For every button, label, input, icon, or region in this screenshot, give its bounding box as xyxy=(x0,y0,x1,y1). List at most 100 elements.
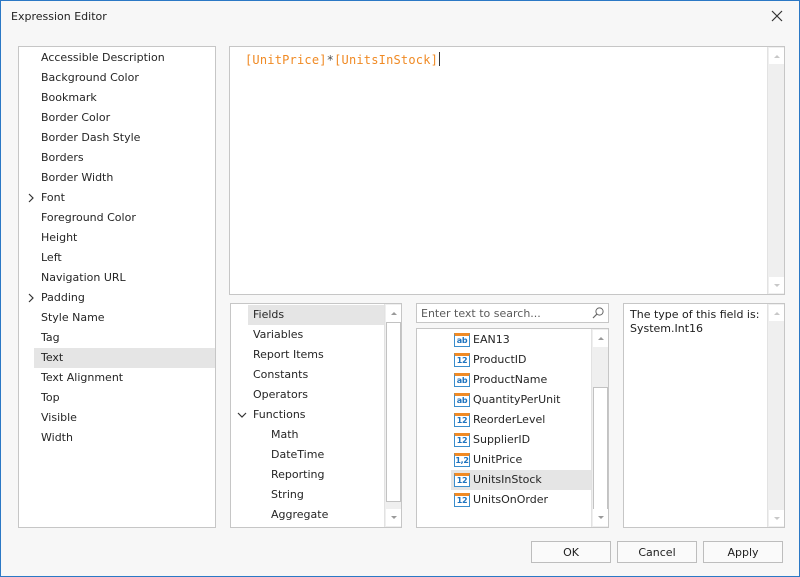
scroll-up-button[interactable] xyxy=(769,48,784,64)
property-item[interactable]: Height xyxy=(20,228,215,248)
integer-type-icon: 12 xyxy=(454,353,470,367)
property-item[interactable]: Text xyxy=(34,348,215,368)
field-item[interactable]: 12 UnitsInStock xyxy=(451,470,591,490)
field-list[interactable]: 12 UnitsOnOrder 12 UnitsInStock 1,2 UnitPrice… xyxy=(416,328,609,528)
category-item[interactable]: Variables xyxy=(231,325,385,345)
decimal-type-icon: 1,2 xyxy=(454,453,470,467)
scroll-down-button[interactable] xyxy=(593,509,608,526)
category-tree[interactable]: Aggregate String Reporting DateTime Math Func… xyxy=(230,303,402,528)
arrow-up-icon xyxy=(773,54,780,58)
property-label: Borders xyxy=(41,151,84,164)
category-item[interactable]: DateTime xyxy=(231,445,385,465)
category-scrollbar[interactable] xyxy=(384,304,401,527)
category-item[interactable]: Fields xyxy=(248,305,385,325)
property-label: Height xyxy=(41,231,78,244)
category-label: Aggregate xyxy=(271,508,329,521)
chevron-down-icon[interactable] xyxy=(236,405,248,425)
category-item[interactable]: Constants xyxy=(231,365,385,385)
property-label: Border Color xyxy=(41,111,111,124)
field-item[interactable]: ab EAN13 xyxy=(451,330,591,350)
scroll-up-button[interactable] xyxy=(593,330,608,347)
property-item[interactable]: Font xyxy=(20,188,215,208)
property-item[interactable]: Width xyxy=(20,428,215,448)
property-item[interactable]: Border Color xyxy=(20,108,215,128)
description-scrollbar[interactable] xyxy=(767,304,784,527)
property-label: Border Dash Style xyxy=(41,131,141,144)
scroll-thumb[interactable] xyxy=(386,322,401,502)
category-item[interactable]: Operators xyxy=(231,385,385,405)
property-item[interactable]: Style Name xyxy=(20,308,215,328)
scroll-down-button[interactable] xyxy=(386,509,401,526)
integer-type-icon: 12 xyxy=(454,473,470,487)
field-item[interactable]: 1,2 UnitPrice xyxy=(451,450,591,470)
expression-text[interactable]: [UnitPrice]*[UnitsInStock] xyxy=(245,52,441,67)
field-item[interactable]: 12 ReorderLevel xyxy=(451,410,591,430)
property-item[interactable]: Border Dash Style xyxy=(20,128,215,148)
property-label: Tag xyxy=(41,331,60,344)
property-label: Font xyxy=(41,191,65,204)
category-label: Variables xyxy=(253,328,304,341)
field-label: ReorderLevel xyxy=(473,413,546,426)
arrow-down-icon xyxy=(773,283,780,287)
field-item[interactable]: 12 ProductID xyxy=(451,350,591,370)
property-item[interactable]: Text Alignment xyxy=(20,368,215,388)
chevron-right-icon[interactable] xyxy=(26,288,36,308)
property-list[interactable]: Accessible Description Background Color Bo… xyxy=(18,46,216,528)
field-list-scrollbar[interactable] xyxy=(591,329,608,527)
field-label: UnitsOnOrder xyxy=(473,493,549,506)
property-item[interactable]: Navigation URL xyxy=(20,268,215,288)
scroll-down-button[interactable] xyxy=(769,510,784,526)
field-label: ProductID xyxy=(473,353,527,366)
search-input[interactable] xyxy=(417,304,587,322)
property-item[interactable]: Accessible Description xyxy=(20,48,215,68)
property-label: Background Color xyxy=(41,71,139,84)
category-item[interactable]: String xyxy=(231,485,385,505)
property-label: Width xyxy=(41,431,73,444)
scroll-up-button[interactable] xyxy=(769,305,784,321)
category-label: Constants xyxy=(253,368,309,381)
ok-button[interactable]: OK xyxy=(531,541,611,563)
arrow-down-icon xyxy=(597,516,604,519)
category-item[interactable]: Report Items xyxy=(231,345,385,365)
field-label: EAN13 xyxy=(473,333,510,346)
scroll-thumb[interactable] xyxy=(593,387,608,510)
arrow-down-icon xyxy=(390,516,397,519)
property-label: Bookmark xyxy=(41,91,97,104)
property-item[interactable]: Background Color xyxy=(20,68,215,88)
property-item[interactable]: Padding xyxy=(20,288,215,308)
close-icon xyxy=(771,10,783,22)
field-item[interactable]: ab QuantityPerUnit xyxy=(451,390,591,410)
property-item[interactable]: Bookmark xyxy=(20,88,215,108)
property-item[interactable]: Visible xyxy=(20,408,215,428)
category-item[interactable]: Functions xyxy=(231,405,385,425)
close-button[interactable] xyxy=(767,6,787,26)
expression-field-unitprice: [UnitPrice] xyxy=(245,53,327,67)
category-item[interactable]: Math xyxy=(231,425,385,445)
field-item[interactable]: ab ProductName xyxy=(451,370,591,390)
arrow-up-icon xyxy=(773,311,780,315)
field-item[interactable]: 12 UnitsOnOrder xyxy=(451,490,591,510)
cancel-button[interactable]: Cancel xyxy=(617,541,697,563)
property-item[interactable]: Left xyxy=(20,248,215,268)
category-item[interactable]: Aggregate xyxy=(231,505,385,525)
field-search-box[interactable] xyxy=(416,303,609,323)
editor-scrollbar[interactable] xyxy=(767,47,784,294)
scroll-down-button[interactable] xyxy=(769,277,784,293)
property-item[interactable]: Top xyxy=(20,388,215,408)
property-item[interactable]: Foreground Color xyxy=(20,208,215,228)
property-label: Navigation URL xyxy=(41,271,126,284)
property-label: Padding xyxy=(41,291,85,304)
expression-editor[interactable]: [UnitPrice]*[UnitsInStock] xyxy=(229,46,785,295)
apply-button[interactable]: Apply xyxy=(703,541,783,563)
field-item[interactable]: 12 SupplierID xyxy=(451,430,591,450)
category-label: Functions xyxy=(253,408,306,421)
category-label: Math xyxy=(271,428,299,441)
property-item[interactable]: Border Width xyxy=(20,168,215,188)
text-caret xyxy=(439,52,441,66)
property-item[interactable]: Borders xyxy=(20,148,215,168)
search-icon[interactable] xyxy=(591,306,605,320)
chevron-right-icon[interactable] xyxy=(26,188,36,208)
property-item[interactable]: Tag xyxy=(20,328,215,348)
category-item[interactable]: Reporting xyxy=(231,465,385,485)
scroll-up-button[interactable] xyxy=(386,305,401,322)
